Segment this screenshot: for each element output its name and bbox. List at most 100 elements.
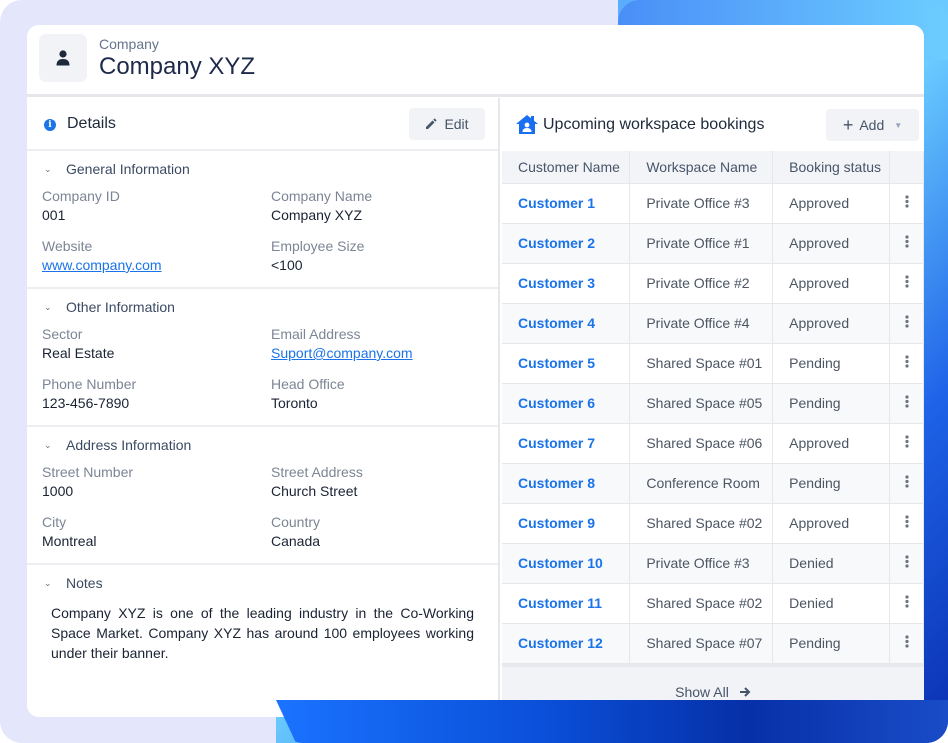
field-value: 001 bbox=[42, 207, 66, 223]
workspace-cell: Private Office #3 bbox=[629, 543, 774, 584]
background-accent-bottom bbox=[276, 700, 948, 743]
field-value: 123-456-7890 bbox=[42, 395, 130, 411]
row-actions-button[interactable] bbox=[889, 183, 924, 224]
field-street-number: Street Number 1000 bbox=[42, 463, 271, 501]
section-notes: ⌄ Notes Company XYZ is one of the leadin… bbox=[27, 565, 498, 663]
field-label: Website bbox=[42, 238, 93, 254]
info-icon: i bbox=[44, 119, 56, 131]
field-company-id: Company ID 001 bbox=[42, 187, 271, 225]
page-subtitle: Company bbox=[99, 36, 159, 52]
page-header: Company Company XYZ bbox=[27, 25, 924, 97]
field-head-office: Head Office Toronto bbox=[271, 375, 471, 413]
bookings-panel: Upcoming workspace bookings + Add ▼ Cust… bbox=[502, 98, 924, 717]
user-icon bbox=[56, 50, 70, 66]
kebab-menu-icon bbox=[904, 315, 909, 328]
status-cell: Pending bbox=[772, 343, 891, 384]
field-label: Head Office bbox=[271, 376, 345, 392]
status-cell: Denied bbox=[772, 583, 891, 624]
row-actions-button[interactable] bbox=[889, 303, 924, 344]
row-actions-button[interactable] bbox=[889, 583, 924, 624]
table-row: Customer 4 Private Office #4 Approved bbox=[502, 303, 924, 344]
section-toggle[interactable]: ⌄ Other Information bbox=[42, 289, 498, 325]
column-header-status[interactable]: Booking status bbox=[772, 151, 891, 184]
kebab-menu-icon bbox=[904, 475, 909, 488]
section-toggle[interactable]: ⌄ Address Information bbox=[42, 427, 498, 463]
field-value: Real Estate bbox=[42, 345, 115, 361]
column-header-customer[interactable]: Customer Name bbox=[502, 151, 631, 184]
table-row: Customer 2 Private Office #1 Approved bbox=[502, 223, 924, 264]
row-actions-button[interactable] bbox=[889, 343, 924, 384]
section-toggle[interactable]: ⌄ Notes bbox=[42, 565, 498, 601]
status-cell: Approved bbox=[772, 263, 891, 304]
section-general-information: ⌄ General Information Company ID 001 Comp… bbox=[27, 151, 498, 289]
section-title: Other Information bbox=[66, 299, 175, 315]
field-country: Country Canada bbox=[271, 513, 471, 551]
customer-link[interactable]: Customer 6 bbox=[502, 383, 631, 424]
section-address-information: ⌄ Address Information Street Number 1000 … bbox=[27, 427, 498, 565]
customer-link[interactable]: Customer 1 bbox=[502, 183, 631, 224]
website-link[interactable]: www.company.com bbox=[42, 255, 271, 275]
row-actions-button[interactable] bbox=[889, 543, 924, 584]
table-row: Customer 12 Shared Space #07 Pending bbox=[502, 623, 924, 664]
customer-link[interactable]: Customer 12 bbox=[502, 623, 631, 664]
field-label: Street Address bbox=[271, 464, 363, 480]
field-label: Street Number bbox=[42, 464, 134, 480]
section-toggle[interactable]: ⌄ General Information bbox=[42, 151, 498, 187]
kebab-menu-icon bbox=[904, 235, 909, 248]
customer-link[interactable]: Customer 4 bbox=[502, 303, 631, 344]
field-phone: Phone Number 123-456-7890 bbox=[42, 375, 271, 413]
page-title: Company XYZ bbox=[99, 53, 256, 80]
workspace-cell: Shared Space #02 bbox=[629, 503, 774, 544]
workspace-cell: Conference Room bbox=[629, 463, 774, 504]
status-cell: Denied bbox=[772, 543, 891, 584]
customer-link[interactable]: Customer 3 bbox=[502, 263, 631, 304]
field-label: Phone Number bbox=[42, 376, 137, 392]
add-label: Add bbox=[859, 117, 885, 133]
kebab-menu-icon bbox=[904, 195, 909, 208]
kebab-menu-icon bbox=[904, 515, 909, 528]
customer-link[interactable]: Customer 8 bbox=[502, 463, 631, 504]
kebab-menu-icon bbox=[904, 635, 909, 648]
home-user-icon bbox=[516, 115, 538, 134]
row-actions-button[interactable] bbox=[889, 383, 924, 424]
email-link[interactable]: Suport@company.com bbox=[271, 343, 471, 363]
row-actions-button[interactable] bbox=[889, 223, 924, 264]
status-cell: Pending bbox=[772, 383, 891, 424]
status-cell: Pending bbox=[772, 463, 891, 504]
row-actions-button[interactable] bbox=[889, 623, 924, 664]
field-website: Website www.company.com bbox=[42, 237, 271, 275]
customer-link[interactable]: Customer 9 bbox=[502, 503, 631, 544]
section-title: Notes bbox=[66, 575, 103, 591]
customer-link[interactable]: Customer 10 bbox=[502, 543, 631, 584]
customer-link[interactable]: Customer 7 bbox=[502, 423, 631, 464]
workspace-cell: Private Office #4 bbox=[629, 303, 774, 344]
kebab-menu-icon bbox=[904, 395, 909, 408]
kebab-menu-icon bbox=[904, 355, 909, 368]
bookings-title: Upcoming workspace bookings bbox=[543, 116, 765, 133]
table-row: Customer 1 Private Office #3 Approved bbox=[502, 183, 924, 224]
row-actions-button[interactable] bbox=[889, 503, 924, 544]
details-panel: i Details Edit ⌄ General Information Com… bbox=[27, 98, 500, 717]
chevron-down-icon: ⌄ bbox=[44, 439, 52, 450]
edit-button[interactable]: Edit bbox=[409, 108, 485, 140]
field-value: Montreal bbox=[42, 533, 97, 549]
customer-link[interactable]: Customer 5 bbox=[502, 343, 631, 384]
add-booking-button[interactable]: + Add ▼ bbox=[826, 109, 919, 141]
field-label: Sector bbox=[42, 326, 83, 342]
field-value: Canada bbox=[271, 533, 321, 549]
customer-link[interactable]: Customer 2 bbox=[502, 223, 631, 264]
bookings-table: Customer Name Workspace Name Booking sta… bbox=[502, 151, 924, 664]
field-label: Employee Size bbox=[271, 238, 365, 254]
customer-link[interactable]: Customer 11 bbox=[502, 583, 631, 624]
column-header-workspace[interactable]: Workspace Name bbox=[629, 151, 774, 184]
row-actions-button[interactable] bbox=[889, 263, 924, 304]
workspace-cell: Shared Space #05 bbox=[629, 383, 774, 424]
status-cell: Approved bbox=[772, 423, 891, 464]
row-actions-button[interactable] bbox=[889, 423, 924, 464]
field-value: Company XYZ bbox=[271, 207, 363, 223]
row-actions-button[interactable] bbox=[889, 463, 924, 504]
field-employee-size: Employee Size <100 bbox=[271, 237, 471, 275]
field-label: Email Address bbox=[271, 326, 361, 342]
table-header-row: Customer Name Workspace Name Booking sta… bbox=[502, 151, 924, 184]
workspace-cell: Shared Space #07 bbox=[629, 623, 774, 664]
